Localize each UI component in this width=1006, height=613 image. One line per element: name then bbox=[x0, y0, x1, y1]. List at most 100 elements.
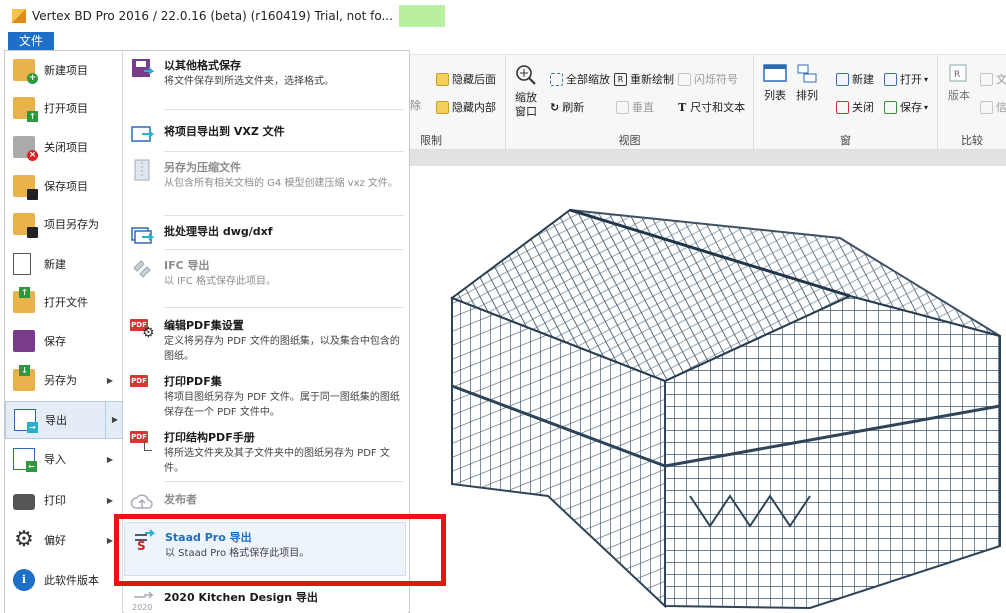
ribbon-group-label-window: 窗 bbox=[840, 134, 851, 147]
window-new-button[interactable]: 新建 bbox=[836, 71, 874, 87]
pdf-icon: PDF bbox=[130, 375, 148, 387]
svg-text:2020: 2020 bbox=[132, 603, 152, 611]
export-vxz-icon bbox=[131, 126, 154, 142]
export-item-compressed[interactable]: 另存为压缩文件 从包含所有相关文档的 G4 模型创建压缩 vxz 文件。 bbox=[124, 153, 406, 213]
compare-button-1[interactable]: 文 bbox=[980, 71, 1006, 87]
ifc-icon bbox=[133, 260, 151, 278]
flash-symbol-button[interactable]: 闪烁符号 bbox=[678, 71, 738, 87]
arrange-icon bbox=[797, 64, 817, 83]
compare-icon bbox=[980, 100, 993, 114]
dropdown-arrow-icon: ▾ bbox=[924, 102, 929, 112]
hide-inner-icon bbox=[436, 100, 449, 114]
kitchen-design-icon: 2020 bbox=[132, 591, 154, 611]
separator bbox=[164, 215, 404, 216]
open-window-icon bbox=[884, 72, 897, 86]
open-project-icon: ↑ bbox=[13, 97, 38, 122]
export-icon: → bbox=[14, 409, 38, 433]
redraw-button[interactable]: R 重新绘制 bbox=[614, 71, 674, 87]
menu-item-open-project[interactable]: ↑ 打开项目 bbox=[5, 89, 123, 127]
save-icon bbox=[13, 330, 35, 352]
separator bbox=[164, 481, 404, 482]
window-title: Vertex BD Pro 2016 / 22.0.16 (beta) (r16… bbox=[32, 9, 393, 23]
app-logo-icon bbox=[12, 9, 26, 23]
menu-item-save[interactable]: 保存 bbox=[5, 322, 123, 360]
submenu-arrow-icon: ▶ bbox=[104, 402, 118, 438]
compare-icon bbox=[980, 72, 993, 86]
arrange-button[interactable]: 排列 bbox=[794, 63, 820, 103]
ribbon-group-label-compare: 比较 bbox=[961, 134, 983, 147]
submenu-arrow-icon: ▶ bbox=[106, 535, 113, 545]
cloud-upload-icon bbox=[130, 494, 153, 509]
export-item-structural-pdf[interactable]: PDF 打印结构PDF手册 将所选文件夹及其子文件夹中的图纸另存为 PDF 文件… bbox=[124, 423, 406, 479]
menu-item-save-project[interactable]: 保存项目 bbox=[5, 167, 123, 205]
zoom-all-button[interactable]: 全部缩放 bbox=[550, 71, 610, 87]
menu-item-new-project[interactable]: + 新建项目 bbox=[5, 51, 123, 89]
refresh-button[interactable]: ↻ 刷新 bbox=[550, 99, 584, 115]
menu-item-export[interactable]: → 导出 ▶ bbox=[5, 401, 123, 439]
list-button[interactable]: 列表 bbox=[762, 63, 788, 103]
version-icon: R bbox=[949, 64, 967, 82]
window-save-button[interactable]: 保存 ▾ bbox=[884, 99, 928, 115]
pdf-tree-icon: PDF bbox=[130, 429, 154, 451]
ribbon-group-window: 列表 排列 新建 关闭 打开 ▾ 保存 ▾ 窗 bbox=[754, 55, 938, 151]
export-item-print-pdf-set[interactable]: PDF 打印PDF集 将项目图纸另存为 PDF 文件。属于同一图纸集的图纸保存在… bbox=[124, 367, 406, 423]
3d-viewport[interactable] bbox=[410, 166, 1006, 613]
menu-item-close-project[interactable]: × 关闭项目 bbox=[5, 128, 123, 166]
vertical-button[interactable]: 垂直 bbox=[616, 99, 654, 115]
info-icon: i bbox=[13, 569, 35, 591]
submenu-arrow-icon: ▶ bbox=[106, 375, 113, 385]
import-icon: ← bbox=[13, 448, 37, 472]
viewport-tab-strip bbox=[410, 150, 1006, 166]
save-window-icon bbox=[884, 100, 897, 114]
menu-item-preferences[interactable]: ⚙ 偏好 ▶ bbox=[5, 521, 123, 559]
dim-text-button[interactable]: T 尺寸和文本 bbox=[678, 99, 745, 115]
remove-button[interactable]: 除 bbox=[410, 97, 421, 113]
open-file-icon: ↑ bbox=[13, 287, 35, 313]
app-window: Vertex BD Pro 2016 / 22.0.16 (beta) (r16… bbox=[0, 0, 1006, 613]
separator bbox=[164, 249, 404, 250]
gear-icon: ⚙ bbox=[14, 527, 34, 552]
menu-item-save-as[interactable]: ↓ 另存为 ▶ bbox=[5, 361, 123, 399]
save-project-as-icon bbox=[13, 213, 38, 238]
separator bbox=[164, 109, 404, 110]
ribbon-group-label-restrict: 限制 bbox=[420, 134, 442, 147]
menu-item-import[interactable]: ← 导入 ▶ bbox=[5, 440, 123, 478]
submenu-arrow-icon: ▶ bbox=[106, 495, 113, 505]
ribbon-group-restrict: 除 隐藏后面 隐藏内部 限制 bbox=[410, 55, 506, 151]
menu-item-new[interactable]: 新建 bbox=[5, 245, 123, 283]
submenu-arrow-icon: ▶ bbox=[106, 454, 113, 464]
window-open-button[interactable]: 打开 ▾ bbox=[884, 71, 928, 87]
hide-inner-button[interactable]: 隐藏内部 bbox=[436, 99, 496, 115]
title-bar: Vertex BD Pro 2016 / 22.0.16 (beta) (r16… bbox=[0, 0, 1006, 32]
new-file-icon bbox=[13, 253, 31, 275]
menu-item-save-project-as[interactable]: 项目另存为 bbox=[5, 205, 123, 243]
close-project-icon: × bbox=[13, 136, 38, 161]
highlight-annotation bbox=[114, 514, 446, 586]
steel-frame-model[interactable] bbox=[410, 166, 1006, 613]
batch-export-icon bbox=[131, 227, 154, 244]
vertical-icon bbox=[616, 100, 629, 114]
flash-symbol-icon bbox=[678, 72, 691, 86]
compare-button-2[interactable]: 信 bbox=[980, 99, 1006, 115]
save-project-icon bbox=[13, 175, 38, 200]
export-item-ifc[interactable]: IFC 导出 以 IFC 格式保存此项目。 bbox=[124, 251, 406, 305]
ribbon-group-label-view: 视图 bbox=[618, 134, 641, 147]
version-button[interactable]: R 版本 bbox=[946, 63, 972, 103]
window-close-button[interactable]: 关闭 bbox=[836, 99, 874, 115]
menu-item-about[interactable]: i 此软件版本 bbox=[5, 561, 123, 599]
export-item-save-other-format[interactable]: 以其他格式保存 将文件保存到所选文件夹，选择格式。 bbox=[124, 51, 406, 103]
menu-item-print[interactable]: 打印 ▶ bbox=[5, 481, 123, 519]
hide-back-button[interactable]: 隐藏后面 bbox=[436, 71, 496, 87]
menu-item-open-file[interactable]: ↑ 打开文件 bbox=[5, 283, 123, 321]
export-item-batch-dwg[interactable]: 批处理导出 dwg/dxf bbox=[124, 217, 406, 251]
redraw-icon: R bbox=[614, 72, 627, 86]
export-item-kitchen-design[interactable]: 2020 2020 Kitchen Design 导出 bbox=[124, 583, 406, 613]
file-tab[interactable]: 文件 bbox=[8, 32, 54, 50]
zoom-icon bbox=[516, 65, 536, 85]
list-window-icon bbox=[763, 64, 787, 82]
export-item-vxz[interactable]: 将项目导出到 VXZ 文件 bbox=[124, 117, 406, 151]
zoom-window-button[interactable]: 缩放窗口 bbox=[514, 63, 538, 119]
export-item-edit-pdf-set[interactable]: PDF ⚙ 编辑PDF集设置 定义将另存为 PDF 文件的图纸集，以及集合中包含的… bbox=[124, 311, 406, 367]
close-window-icon bbox=[836, 100, 849, 114]
title-highlight bbox=[398, 5, 445, 27]
